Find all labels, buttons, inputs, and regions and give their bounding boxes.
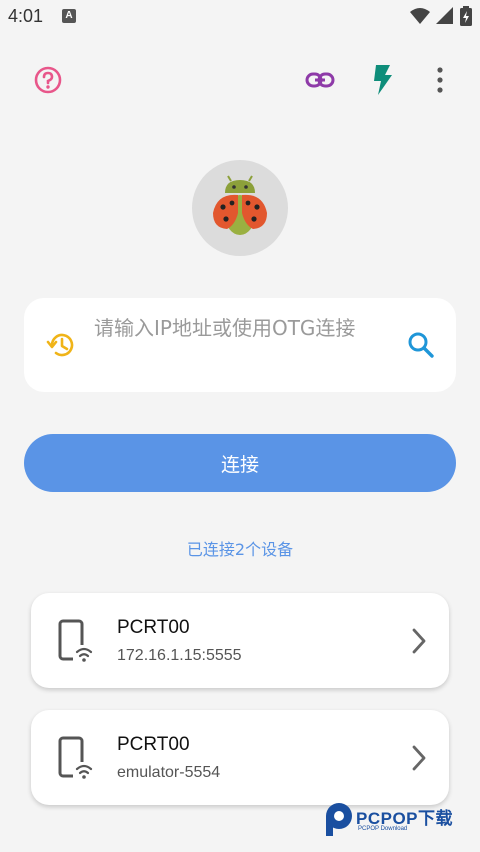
link-button[interactable]: [302, 62, 338, 98]
link-icon: [305, 72, 335, 88]
chevron-right-icon: [412, 628, 426, 654]
device-name: PCRT00: [117, 617, 190, 638]
notification-a-icon: A: [62, 9, 76, 23]
ip-address-input[interactable]: [94, 312, 394, 378]
status-icons: [410, 6, 472, 26]
pcpop-logo-icon: [326, 803, 352, 836]
ladybug-android-logo: [213, 175, 267, 235]
help-circle-icon: [34, 66, 62, 94]
help-button[interactable]: [30, 62, 66, 98]
connected-devices-count[interactable]: 已连接2个设备: [0, 536, 480, 560]
status-time: 4:01: [8, 6, 44, 26]
watermark: PCPOP下载 PCPOP Download: [322, 800, 472, 840]
device-address: 172.16.1.15:5555: [117, 647, 242, 664]
search-icon[interactable]: [406, 330, 436, 360]
chevron-right-icon: [412, 745, 426, 771]
phone-wifi-icon: [58, 619, 93, 663]
more-vert-icon: [437, 67, 443, 93]
battery-icon: [460, 6, 472, 26]
flash-icon: [374, 65, 392, 95]
flash-button[interactable]: [365, 62, 401, 98]
signal-icon: [436, 7, 453, 24]
history-icon[interactable]: [46, 330, 76, 360]
phone-wifi-icon: [58, 736, 93, 780]
connect-button[interactable]: 连接: [24, 434, 456, 492]
search-card: [24, 298, 456, 392]
device-name: PCRT00: [117, 734, 190, 755]
app-logo: [192, 160, 288, 256]
more-options-button[interactable]: [422, 62, 458, 98]
device-card[interactable]: PCRT00 172.16.1.15:5555: [31, 593, 449, 688]
watermark-subtext: PCPOP Download: [358, 826, 408, 832]
device-address: emulator-5554: [117, 764, 221, 781]
device-card[interactable]: PCRT00 emulator-5554: [31, 710, 449, 805]
status-bar: 4:01 A: [0, 0, 480, 32]
wifi-icon: [410, 8, 430, 24]
